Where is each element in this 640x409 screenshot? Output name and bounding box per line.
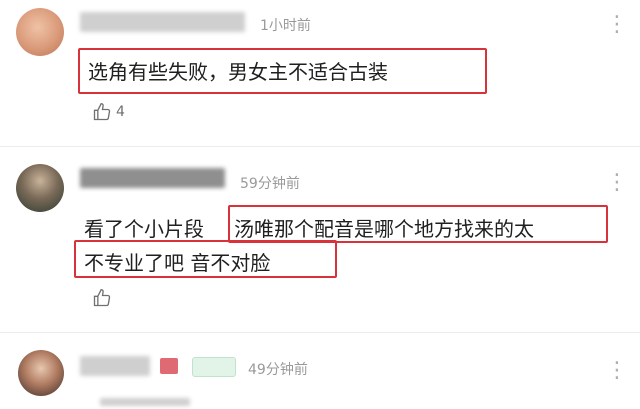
username-blurred <box>80 356 150 376</box>
avatar[interactable] <box>18 350 64 396</box>
comment-text-prefix: 看了个小片段 <box>84 217 204 241</box>
comment-text: 选角有些失败，男女主不适合古装 <box>88 60 388 84</box>
more-vertical-icon[interactable]: ⋮ <box>606 360 628 382</box>
more-vertical-icon[interactable]: ⋮ <box>606 14 628 36</box>
thumbs-up-icon <box>93 288 111 307</box>
like-button[interactable] <box>92 288 112 308</box>
comment-text-blurred <box>100 398 190 406</box>
avatar[interactable] <box>16 164 64 212</box>
divider <box>0 332 640 333</box>
more-vertical-icon[interactable]: ⋮ <box>606 172 628 194</box>
comment-text-highlight: 不专业了吧 音不对脸 <box>84 251 271 275</box>
username-blurred <box>80 168 225 188</box>
comment-time: 59分钟前 <box>240 176 300 192</box>
comment-time: 49分钟前 <box>248 362 308 378</box>
thumbs-up-icon <box>93 102 111 121</box>
avatar[interactable] <box>16 8 64 56</box>
comment-text-highlight: 汤唯那个配音是哪个地方找来的太 <box>234 217 534 241</box>
like-button[interactable]: 4 <box>92 102 125 122</box>
badge-green <box>192 357 236 377</box>
comment-time: 1小时前 <box>260 18 311 34</box>
username-blurred <box>80 12 245 32</box>
divider <box>0 146 640 147</box>
like-count: 4 <box>116 104 125 120</box>
badge-red <box>160 358 178 374</box>
